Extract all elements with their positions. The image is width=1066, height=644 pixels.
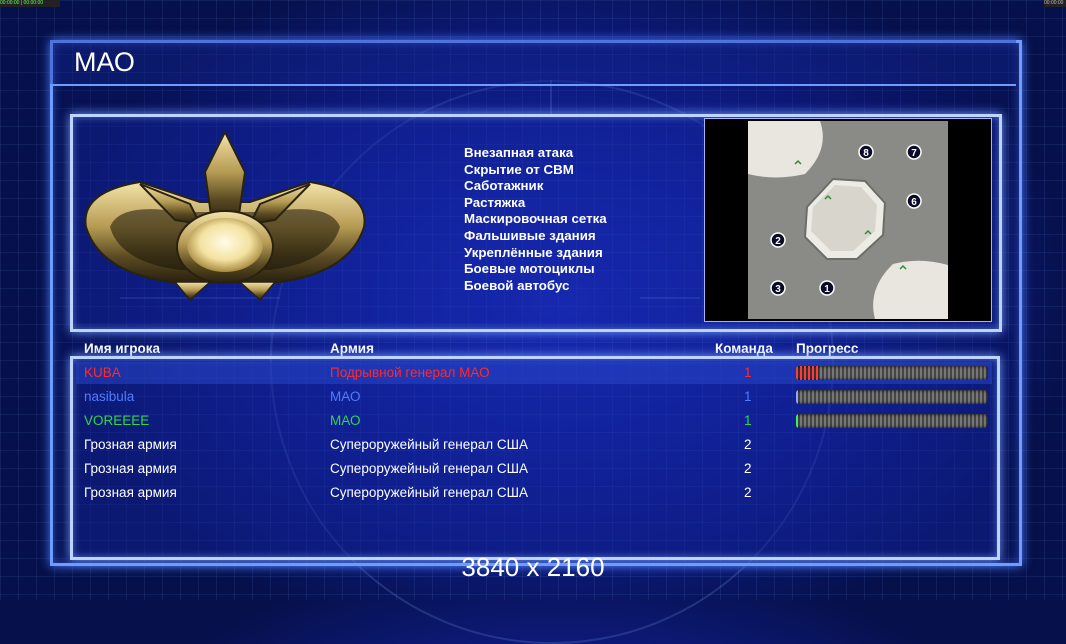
hud-clock-left: 00:00:00 | 00:00:00 xyxy=(0,0,60,7)
player-row: KUBA Подрывной генерал МАО 1 xyxy=(76,362,992,384)
player-army: Супероружейный генерал США xyxy=(330,437,528,452)
spawn-label: 6 xyxy=(911,197,917,208)
column-header-team: Команда xyxy=(715,341,773,356)
column-header-name: Имя игрока xyxy=(84,341,160,356)
rule-item: Маскировочная сетка xyxy=(464,211,607,227)
player-army: МАО xyxy=(330,413,361,428)
column-header-progress: Прогресс xyxy=(796,341,859,356)
player-team: 2 xyxy=(744,485,752,500)
hud-clock-right: 00:00:00 xyxy=(1044,0,1066,7)
player-team: 2 xyxy=(744,437,752,452)
rule-item: Растяжка xyxy=(464,194,526,210)
player-army: Подрывной генерал МАО xyxy=(330,365,490,380)
rule-item: Фальшивые здания xyxy=(464,227,596,243)
faction-emblem-icon xyxy=(84,132,366,302)
load-progress-bar xyxy=(796,414,988,428)
spawn-label: 2 xyxy=(775,236,781,247)
player-team: 1 xyxy=(744,365,752,380)
load-progress-fill xyxy=(796,414,798,428)
player-team: 1 xyxy=(744,413,752,428)
player-army: Супероружейный генерал США xyxy=(330,461,528,476)
player-army: МАО xyxy=(330,389,361,404)
spawn-label: 1 xyxy=(824,284,830,295)
load-progress-bar xyxy=(796,390,988,404)
player-army: Супероружейный генерал США xyxy=(330,485,528,500)
load-progress-fill xyxy=(796,366,820,380)
player-name: Грозная армия xyxy=(84,461,177,476)
title-bar xyxy=(50,40,1016,86)
player-name: nasibula xyxy=(84,389,135,404)
player-row: Грозная армия Супероружейный генерал США… xyxy=(76,482,992,504)
spawn-label: 7 xyxy=(911,148,917,159)
player-name: Грозная армия xyxy=(84,437,177,452)
map-image: 8 7 6 2 3 1 xyxy=(748,121,948,319)
game-rules-list: Внезапная атака Скрытие от СВМ Саботажни… xyxy=(464,145,607,294)
player-row: VOREEEE МАО 1 xyxy=(76,410,992,432)
player-team: 1 xyxy=(744,389,752,404)
rule-item: Боевой автобус xyxy=(464,277,570,293)
map-preview: 8 7 6 2 3 1 xyxy=(704,118,992,322)
load-progress-bar xyxy=(796,366,988,380)
player-row: Грозная армия Супероружейный генерал США… xyxy=(76,458,992,480)
rule-item: Внезапная атака xyxy=(464,145,574,160)
rule-item: Скрытие от СВМ xyxy=(464,161,574,177)
player-name: KUBA xyxy=(84,365,121,380)
rule-item: Боевые мотоциклы xyxy=(464,261,595,277)
player-row: Грозная армия Супероружейный генерал США… xyxy=(76,434,992,456)
resolution-label: 3840 x 2160 xyxy=(461,552,605,582)
page-title: МАО xyxy=(74,47,135,77)
player-name: VOREEEE xyxy=(84,413,150,428)
player-row: nasibula МАО 1 xyxy=(76,386,992,408)
player-name: Грозная армия xyxy=(84,485,177,500)
rule-item: Укреплённые здания xyxy=(464,244,603,260)
spawn-label: 3 xyxy=(775,284,781,295)
rule-item: Саботажник xyxy=(464,178,544,194)
player-team: 2 xyxy=(744,461,752,476)
column-header-army: Армия xyxy=(330,341,374,356)
spawn-label: 8 xyxy=(863,148,869,159)
load-progress-fill xyxy=(796,390,798,404)
